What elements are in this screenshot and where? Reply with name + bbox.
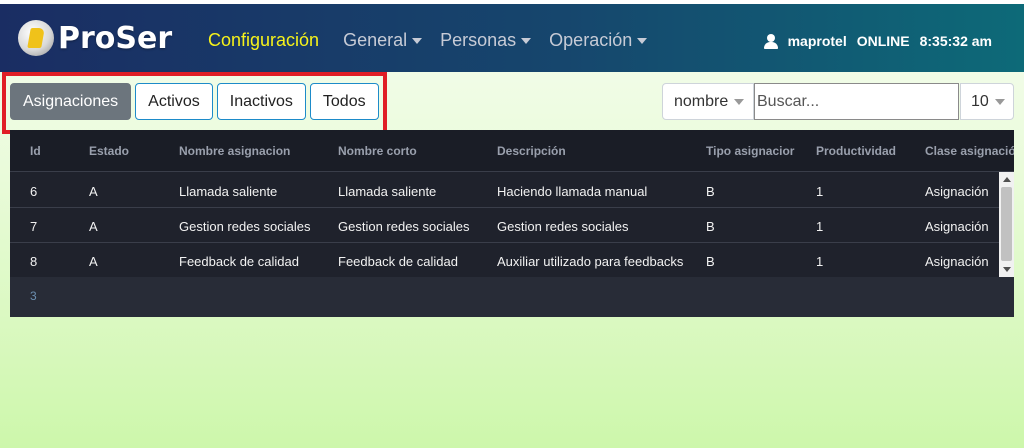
cell-id: 7 bbox=[30, 219, 38, 234]
page-size-select[interactable]: 10 bbox=[960, 83, 1014, 120]
cell-clase: Asignación bbox=[925, 254, 989, 269]
cell-descripcion: Haciendo llamada manual bbox=[497, 184, 648, 199]
chevron-down-icon bbox=[412, 37, 423, 44]
cell-tipo: B bbox=[706, 219, 715, 234]
cell-estado: A bbox=[89, 219, 98, 234]
tab-todos[interactable]: Todos bbox=[309, 83, 379, 120]
table-row[interactable]: 7 A Gestion redes sociales Gestion redes… bbox=[10, 208, 1000, 243]
username[interactable]: maprotel bbox=[788, 33, 847, 49]
cell-nombre-corto: Llamada saliente bbox=[338, 184, 437, 199]
clock: 8:35:32 am bbox=[919, 33, 992, 49]
sort-field-select[interactable]: nombre bbox=[662, 83, 754, 120]
proser-logo[interactable]: ProSer bbox=[18, 20, 172, 56]
assignments-table: Id Estado Nombre asignacion Nombre corto… bbox=[10, 130, 1014, 317]
cell-tipo: B bbox=[706, 254, 715, 269]
table-row[interactable]: 6 A Llamada saliente Llamada saliente Ha… bbox=[10, 173, 1000, 208]
cell-id: 8 bbox=[30, 254, 38, 269]
row-count: 3 bbox=[30, 289, 37, 303]
cell-clase: Asignación bbox=[925, 219, 989, 234]
cell-nombre-asignacion: Gestion redes sociales bbox=[179, 219, 311, 234]
chevron-down-icon bbox=[734, 98, 745, 105]
user-status: maprotel ONLINE 8:35:32 am bbox=[763, 33, 992, 49]
table-scrollbar[interactable] bbox=[999, 172, 1014, 277]
cell-nombre-asignacion: Feedback de calidad bbox=[179, 254, 299, 269]
column-header-descripcion[interactable]: Descripción bbox=[497, 144, 566, 158]
chevron-down-icon bbox=[994, 98, 1005, 105]
cell-descripcion: Gestion redes sociales bbox=[497, 219, 629, 234]
cell-nombre-asignacion: Llamada saliente bbox=[179, 184, 278, 199]
column-header-tipo-asignacion[interactable]: Tipo asignacior bbox=[706, 144, 794, 158]
nav-personas[interactable]: Personas bbox=[440, 30, 532, 51]
main-nav: Configuración General Personas Operación bbox=[208, 30, 665, 51]
cell-id: 6 bbox=[30, 184, 38, 199]
tab-asignaciones[interactable]: Asignaciones bbox=[10, 83, 132, 120]
cell-clase: Asignación bbox=[925, 184, 989, 199]
column-header-nombre-asignacion[interactable]: Nombre asignacion bbox=[179, 144, 290, 158]
tab-inactivos[interactable]: Inactivos bbox=[216, 83, 306, 120]
cell-descripcion: Auxiliar utilizado para feedbacks bbox=[497, 254, 684, 269]
column-header-clase-asignacion[interactable]: Clase asignació bbox=[925, 144, 1014, 158]
table-header: Id Estado Nombre asignacion Nombre corto… bbox=[10, 130, 1014, 172]
table-footer: 3 bbox=[10, 277, 1014, 317]
table-row[interactable]: 8 A Feedback de calidad Feedback de cali… bbox=[10, 243, 1000, 278]
cell-nombre-corto: Feedback de calidad bbox=[338, 254, 458, 269]
tab-activos[interactable]: Activos bbox=[135, 83, 213, 120]
cell-tipo: B bbox=[706, 184, 715, 199]
scroll-down-icon[interactable] bbox=[1003, 267, 1011, 272]
column-header-estado[interactable]: Estado bbox=[89, 144, 129, 158]
column-header-productividad[interactable]: Productividad bbox=[816, 144, 896, 158]
column-header-nombre-corto[interactable]: Nombre corto bbox=[338, 144, 417, 158]
online-status: ONLINE bbox=[856, 33, 910, 49]
cell-productividad: 1 bbox=[816, 219, 824, 234]
search-input[interactable] bbox=[754, 83, 959, 120]
top-navbar: ProSer Configuración General Personas Op… bbox=[0, 0, 1024, 72]
chevron-down-icon bbox=[521, 37, 532, 44]
column-header-id[interactable]: Id bbox=[30, 144, 41, 158]
nav-operacion[interactable]: Operación bbox=[549, 30, 648, 51]
cell-nombre-corto: Gestion redes sociales bbox=[338, 219, 470, 234]
chevron-down-icon bbox=[637, 37, 648, 44]
user-icon bbox=[763, 33, 778, 49]
scroll-up-icon[interactable] bbox=[1003, 177, 1011, 182]
cell-productividad: 1 bbox=[816, 254, 824, 269]
cell-productividad: 1 bbox=[816, 184, 824, 199]
filter-tabs: Asignaciones Activos Inactivos Todos bbox=[10, 83, 383, 120]
cell-estado: A bbox=[89, 254, 98, 269]
nav-general[interactable]: General bbox=[343, 30, 423, 51]
cell-estado: A bbox=[89, 184, 98, 199]
scrollbar-thumb[interactable] bbox=[1001, 187, 1012, 261]
logo-icon bbox=[18, 20, 54, 56]
nav-configuracion[interactable]: Configuración bbox=[208, 30, 319, 51]
logo-text: ProSer bbox=[58, 20, 173, 56]
